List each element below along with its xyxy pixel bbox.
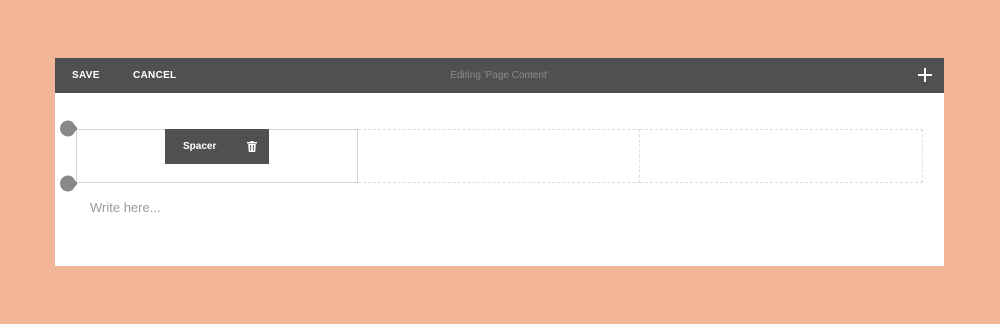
plus-icon[interactable] (918, 68, 932, 82)
resize-handle-top-icon[interactable] (59, 120, 78, 137)
editor-panel: SAVE CANCEL Editing 'Page Content' Space… (55, 58, 944, 266)
editor-title: Editing 'Page Content' (450, 70, 549, 81)
spacer-label: Spacer (183, 141, 217, 152)
spacer-block-toolbar: Spacer (165, 129, 269, 164)
grid-cell-2[interactable] (358, 129, 640, 183)
resize-handle-bottom-icon[interactable] (59, 175, 78, 192)
trash-icon[interactable] (247, 141, 257, 152)
grid-cell-3[interactable] (640, 129, 923, 183)
text-placeholder[interactable]: Write here... (90, 200, 161, 215)
editor-toolbar: SAVE CANCEL Editing 'Page Content' (55, 58, 944, 93)
